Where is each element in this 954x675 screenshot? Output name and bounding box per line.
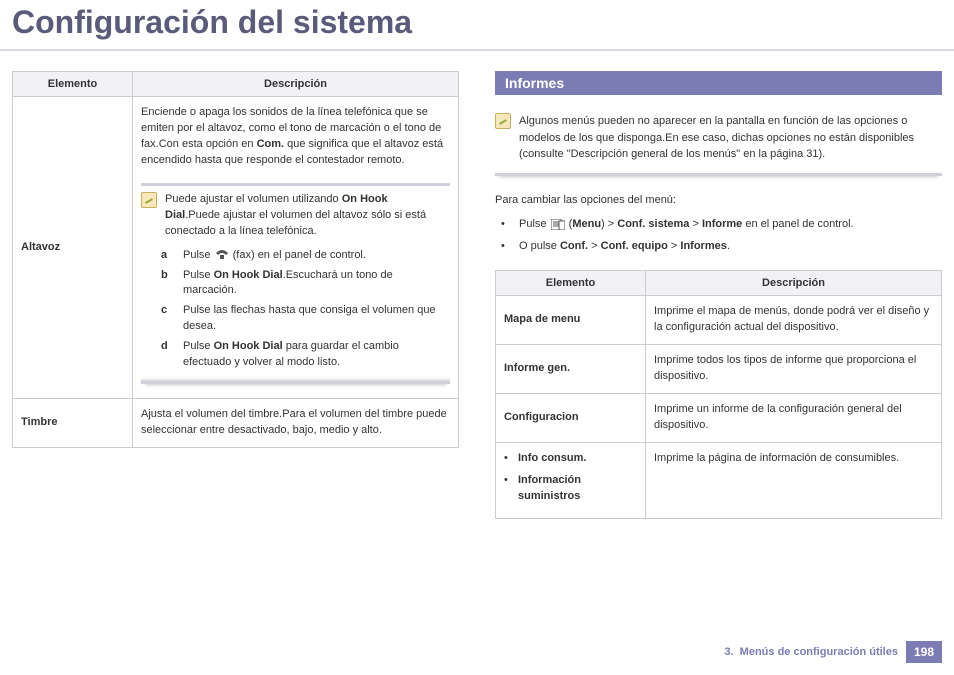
steps-list: a Pulse (fax) en el panel de control. b … (161, 248, 444, 372)
marker: c (161, 303, 175, 335)
text: . (727, 240, 730, 252)
footer-section-label: Menús de configuración útiles (740, 646, 898, 658)
footer: 3. Menús de configuración útiles 198 (724, 641, 942, 663)
bold: Informe (702, 218, 742, 230)
bold: On Hook Dial (214, 340, 283, 352)
footer-section-no: 3. (724, 646, 733, 658)
cell-timbre-desc: Ajusta el volumen del timbre.Para el vol… (133, 399, 459, 448)
bold: Com. (257, 138, 285, 150)
text: .Puede ajustar el volumen del altavoz só… (165, 209, 426, 237)
text: > (668, 240, 681, 252)
cell-desc: Imprime la página de información de cons… (646, 442, 942, 519)
cell-altavoz-desc: Enciende o apaga los sonidos de la línea… (133, 97, 459, 399)
text: O pulse (519, 240, 560, 252)
text: ) > (601, 218, 617, 230)
cell-desc: Imprime todos los tipos de informe que p… (646, 344, 942, 393)
cell-desc: Imprime un informe de la configuración g… (646, 393, 942, 442)
table-row: Configuracion Imprime un informe de la c… (496, 393, 942, 442)
right-column: Informes Algunos menús pueden no aparece… (495, 71, 942, 519)
bold: On Hook Dial (214, 269, 283, 281)
table-row: Info consum. Información suministros Imp… (496, 442, 942, 519)
text: > (689, 218, 702, 230)
table-row: Altavoz Enciende o apaga los sonidos de … (13, 97, 459, 399)
left-table: Elemento Descripción Altavoz Enciende o … (12, 71, 459, 448)
menu-icon (551, 219, 565, 230)
marker: b (161, 268, 175, 300)
text: > (588, 240, 601, 252)
bold: Informes (680, 240, 726, 252)
cell-element-multi: Info consum. Información suministros (496, 442, 646, 519)
page-title: Configuración del sistema (0, 0, 954, 51)
text: (fax) en el panel de control. (230, 249, 366, 261)
left-column: Elemento Descripción Altavoz Enciende o … (12, 71, 459, 519)
bold: Info consum. (518, 451, 586, 467)
bold: Información suministros (518, 473, 637, 505)
list-item: O pulse Conf. > Conf. equipo > Informes. (495, 240, 942, 252)
note-icon (141, 192, 157, 208)
cell-timbre: Timbre (13, 399, 133, 448)
bold: Conf. (560, 240, 588, 252)
bold: Conf. equipo (601, 240, 668, 252)
cell-altavoz: Altavoz (13, 97, 133, 399)
list-item: b Pulse On Hook Dial.Escuchará un tono d… (161, 268, 444, 300)
bold: Conf. sistema (617, 218, 689, 230)
cell-desc: Imprime el mapa de menús, donde podrá ve… (646, 296, 942, 345)
list-item: c Pulse las flechas hasta que consiga el… (161, 303, 444, 335)
th-descripcion: Descripción (133, 72, 459, 97)
marker: a (161, 248, 175, 264)
th-elemento: Elemento (13, 72, 133, 97)
page-number: 198 (906, 641, 942, 663)
text: Pulse (183, 269, 214, 281)
table-row: Timbre Ajusta el volumen del timbre.Para… (13, 399, 459, 448)
intro-text: Para cambiar las opciones del menú: (495, 192, 942, 209)
th-descripcion: Descripción (646, 271, 942, 296)
note-text: Algunos menús pueden no aparecer en la p… (519, 113, 942, 163)
note-text: Puede ajustar el volumen utilizando On H… (165, 192, 444, 240)
table-row: Mapa de menu Imprime el mapa de menús, d… (496, 296, 942, 345)
text: en el panel de control. (742, 218, 853, 230)
note-box: Puede ajustar el volumen utilizando On H… (141, 183, 450, 384)
note-box: Algunos menús pueden no aparecer en la p… (495, 113, 942, 176)
right-table: Elemento Descripción Mapa de menu Imprim… (495, 270, 942, 519)
cell-element: Informe gen. (496, 344, 646, 393)
section-header-informes: Informes (495, 71, 942, 95)
text: Pulse (519, 218, 550, 230)
cell-element: Configuracion (496, 393, 646, 442)
bold: Menu (572, 218, 601, 230)
th-elemento: Elemento (496, 271, 646, 296)
text: Pulse las flechas hasta que consiga el v… (183, 303, 444, 335)
list-item: a Pulse (fax) en el panel de control. (161, 248, 444, 264)
columns: Elemento Descripción Altavoz Enciende o … (0, 51, 954, 519)
bullet-list: Pulse (Menu) > Conf. sistema > Informe e… (495, 218, 942, 252)
text: Puede ajustar el volumen utilizando (165, 193, 342, 205)
list-item: Pulse (Menu) > Conf. sistema > Informe e… (495, 218, 942, 230)
text: Pulse (183, 340, 214, 352)
fax-icon (215, 249, 229, 260)
cell-element: Mapa de menu (496, 296, 646, 345)
marker: d (161, 339, 175, 371)
table-row: Informe gen. Imprime todos los tipos de … (496, 344, 942, 393)
text: Pulse (183, 249, 214, 261)
note-icon (495, 113, 511, 129)
list-item: d Pulse On Hook Dial para guardar el cam… (161, 339, 444, 371)
